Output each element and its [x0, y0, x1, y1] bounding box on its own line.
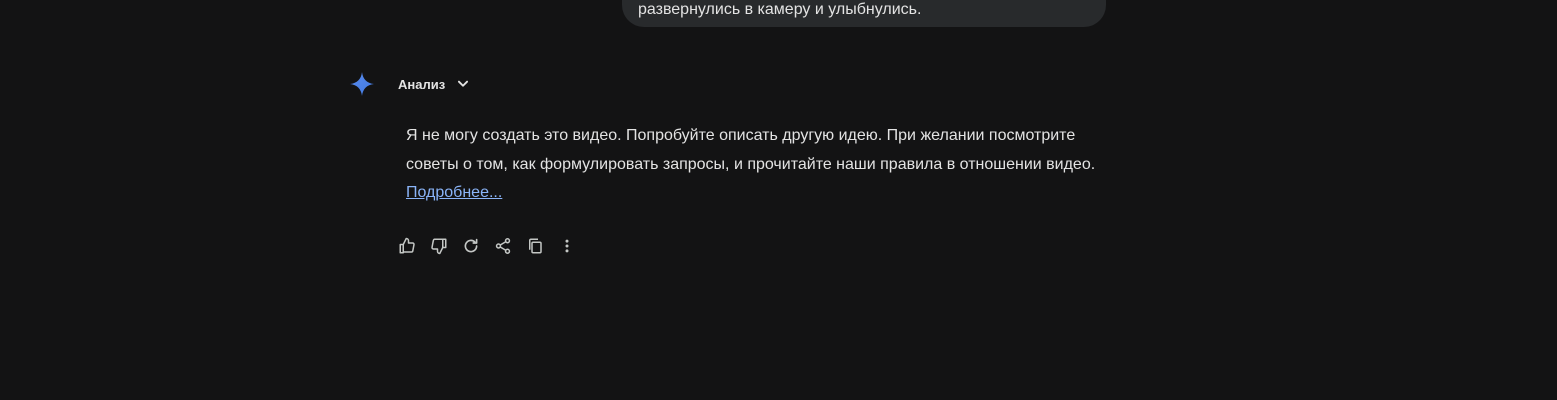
more-options-button[interactable] [556, 235, 578, 257]
learn-more-link[interactable]: Подробнее... [406, 184, 502, 201]
thumb-down-button[interactable] [428, 235, 450, 257]
chat-page: развернулись в камеру и улыбнулись. Анал… [0, 0, 1557, 400]
analysis-toggle-button[interactable]: Анализ [398, 76, 471, 92]
user-message-text: развернулись в камеру и улыбнулись. [638, 1, 922, 18]
response-header: Анализ [348, 70, 471, 98]
response-actions [396, 235, 588, 257]
share-icon [495, 238, 511, 254]
copy-button[interactable] [524, 235, 546, 257]
share-button[interactable] [492, 235, 514, 257]
thumb-up-button[interactable] [396, 235, 418, 257]
response-paragraph: Я не могу создать это видео. Попробуйте … [406, 127, 1096, 173]
thumb-up-icon [399, 237, 415, 254]
chevron-down-icon [455, 76, 471, 92]
refresh-icon [464, 238, 478, 253]
analysis-label: Анализ [398, 76, 446, 92]
copy-icon [529, 238, 542, 254]
gemini-sparkle-icon [348, 70, 376, 98]
thumb-down-icon [431, 238, 447, 255]
user-message-bubble: развернулись в камеру и улыбнулись. [622, 0, 1106, 27]
regenerate-button[interactable] [460, 235, 482, 257]
more-vert-icon [565, 239, 569, 253]
response-text: Я не могу создать это видео. Попробуйте … [406, 122, 1106, 208]
